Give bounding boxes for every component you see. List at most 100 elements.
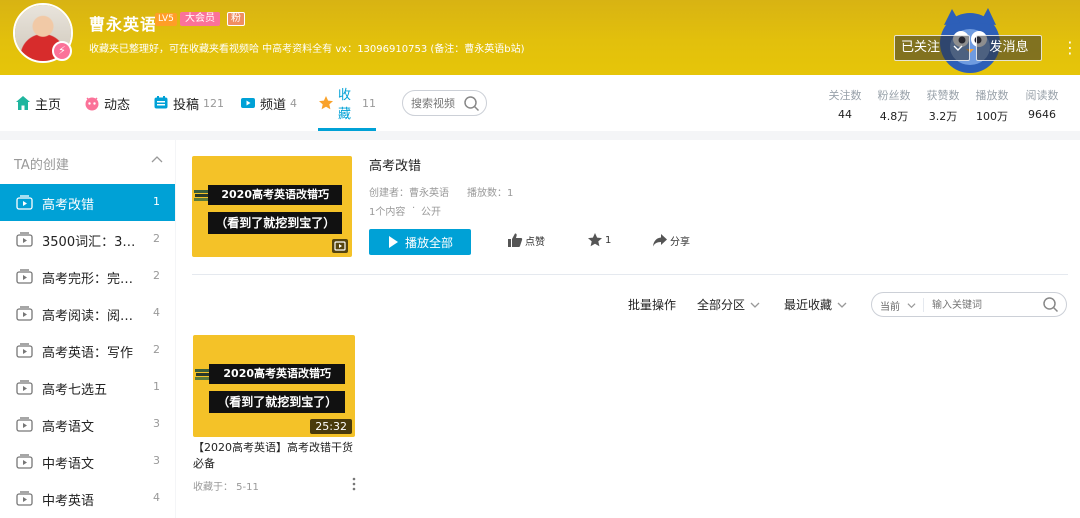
stat-value: 9646: [1028, 108, 1056, 121]
chevron-down-icon: [953, 36, 963, 70]
sidebar-item-count: 2: [153, 232, 160, 245]
thumbnail-subline: （看到了就挖到宝了）: [209, 391, 346, 413]
sort-dropdown[interactable]: 最近收藏: [784, 296, 847, 313]
thumbs-up-icon: [508, 233, 523, 247]
sidebar-item-label: 3500词汇：30...: [42, 235, 137, 250]
like-label: 点赞: [525, 236, 545, 248]
chevron-down-icon: [837, 302, 847, 308]
sidebar-item[interactable]: 高考语文 3: [0, 406, 175, 443]
sidebar-item-count: 1: [153, 195, 160, 208]
keyword-search-input[interactable]: [932, 298, 1032, 312]
stat-value: 3.2万: [928, 110, 958, 123]
space-nav-bar: 主页 动态 投稿 121 频道 4 收藏 11 关注数 44: [0, 75, 1080, 131]
send-message-button[interactable]: 发消息: [976, 35, 1042, 61]
play-all-button[interactable]: 播放全部: [369, 229, 471, 255]
folder-title: 高考改错: [369, 159, 422, 174]
tab-favorites[interactable]: 收藏 11: [318, 75, 376, 131]
play-all-label: 播放全部: [405, 235, 454, 250]
folder-visibility: 公开: [421, 207, 441, 218]
stat-followers[interactable]: 粉丝数 4.8万: [874, 87, 914, 124]
tab-dynamics[interactable]: 动态: [84, 75, 130, 131]
partition-dropdown[interactable]: 全部分区: [697, 296, 760, 313]
sidebar-item-label: 高考阅读：阅读...: [42, 309, 137, 324]
video-duration: 25:32: [310, 419, 352, 434]
stat-likes: 获赞数 3.2万: [923, 87, 963, 124]
sidebar-item-count: 3: [153, 454, 160, 467]
stat-label: 播放数: [975, 89, 1009, 102]
stat-value: 4.8万: [879, 110, 909, 123]
partition-label: 全部分区: [697, 298, 746, 312]
folder-play-icon: [16, 195, 33, 210]
folder-play-icon: [16, 491, 33, 506]
folder-play-icon: [16, 454, 33, 469]
stat-label: 粉丝数: [877, 89, 911, 102]
folder-cover[interactable]: 2020高考英语改错巧 （看到了就挖到宝了）: [192, 156, 352, 257]
batch-label: 批量操作: [628, 298, 677, 312]
video-search-input[interactable]: [411, 95, 466, 111]
uploads-icon: [153, 95, 169, 111]
folder-play-icon: [16, 343, 33, 358]
stat-label: 获赞数: [926, 89, 960, 102]
username[interactable]: 曹永英语: [89, 11, 157, 35]
vip-lightning-icon: ⚡: [52, 41, 72, 61]
stat-label: 阅读数: [1025, 89, 1059, 102]
sidebar-item[interactable]: 高考改错 1: [0, 184, 175, 221]
stat-following[interactable]: 关注数 44: [825, 87, 865, 121]
search-icon[interactable]: [1042, 296, 1059, 313]
sidebar-item[interactable]: 3500词汇：30... 2: [0, 221, 175, 258]
user-signature: 收藏夹已整理好，可在收藏夹看视频哈 中高考资料全有 vx：13096910753…: [89, 44, 525, 55]
sidebar-item-count: 1: [153, 380, 160, 393]
sidebar-header[interactable]: TA的创建: [0, 140, 175, 184]
video-title[interactable]: 【2020高考英语】高考改错干货必备: [193, 440, 355, 472]
sidebar-item-count: 4: [153, 306, 160, 319]
tab-favorites-label: 收藏: [338, 88, 352, 122]
share-label: 分享: [670, 236, 690, 248]
favorite-search-box[interactable]: 当前: [871, 292, 1067, 317]
folder-content-count: 1个内容: [369, 207, 406, 218]
like-button[interactable]: 点赞: [507, 232, 545, 248]
scope-select[interactable]: 当前: [880, 298, 900, 313]
sidebar-item-label: 高考七选五: [42, 383, 108, 398]
cover-headline: 2020高考英语改错巧: [208, 185, 343, 205]
folder-play-icon: [16, 380, 33, 395]
video-search-box[interactable]: [402, 90, 487, 116]
video-thumbnail[interactable]: 2020高考英语改错巧 （看到了就挖到宝了） 25:32: [193, 335, 355, 437]
cover-subline: （看到了就挖到宝了）: [208, 212, 343, 234]
tab-dynamics-label: 动态: [104, 97, 131, 113]
follow-button-label: 已关注: [901, 40, 941, 55]
star-icon: [318, 95, 334, 111]
sidebar-item[interactable]: 高考七选五 1: [0, 369, 175, 406]
folder-play-icon: [16, 232, 33, 247]
tab-channels[interactable]: 频道 4: [240, 75, 297, 131]
sidebar-item[interactable]: 高考英语：写作 2: [0, 332, 175, 369]
sidebar-item-count: 4: [153, 491, 160, 504]
profile-banner: ⚡ 曹永英语 LV5 大会员 粉 收藏夹已整理好，可在收藏夹看视频哈 中高考资料…: [0, 0, 1080, 75]
tab-channels-label: 频道: [260, 97, 287, 113]
search-icon[interactable]: [463, 95, 480, 112]
fan-medal-tag[interactable]: 粉: [227, 12, 245, 26]
favorites-sidebar: TA的创建 高考改错 1 3500词汇：30... 2 高考完形：完形... 2 高考阅读：…: [0, 140, 175, 518]
folder-creator[interactable]: 创建者：曹永英语: [369, 184, 449, 199]
share-button[interactable]: 分享: [652, 232, 690, 248]
tab-uploads[interactable]: 投稿 121: [153, 75, 224, 131]
batch-operations-button[interactable]: 批量操作: [628, 296, 676, 313]
sidebar-item[interactable]: 高考完形：完形... 2: [0, 258, 175, 295]
sidebar-item[interactable]: 中考语文 3: [0, 443, 175, 480]
tab-favorites-count: 11: [362, 96, 376, 110]
video-more-icon[interactable]: [350, 477, 358, 491]
tab-home[interactable]: 主页: [15, 75, 61, 131]
sidebar-item-label: 高考完形：完形...: [42, 272, 137, 287]
sidebar-item[interactable]: 中考英语 4: [0, 480, 175, 517]
sidebar-title: TA的创建: [14, 158, 69, 173]
stat-reads: 阅读数 9646: [1022, 87, 1062, 121]
playlist-icon: [332, 239, 348, 253]
sidebar-item[interactable]: 高考阅读：阅读... 4: [0, 295, 175, 332]
share-icon: [653, 234, 667, 247]
chevron-up-icon[interactable]: [151, 154, 163, 166]
chevron-down-icon[interactable]: [907, 301, 916, 310]
favorite-count-button[interactable]: 1: [587, 232, 611, 248]
video-fav-date: 收藏于： 5-11: [193, 482, 259, 493]
more-options-icon[interactable]: ⋮: [1062, 37, 1078, 59]
vip-tag[interactable]: 大会员: [180, 12, 220, 26]
follow-button[interactable]: 已关注: [894, 35, 970, 61]
